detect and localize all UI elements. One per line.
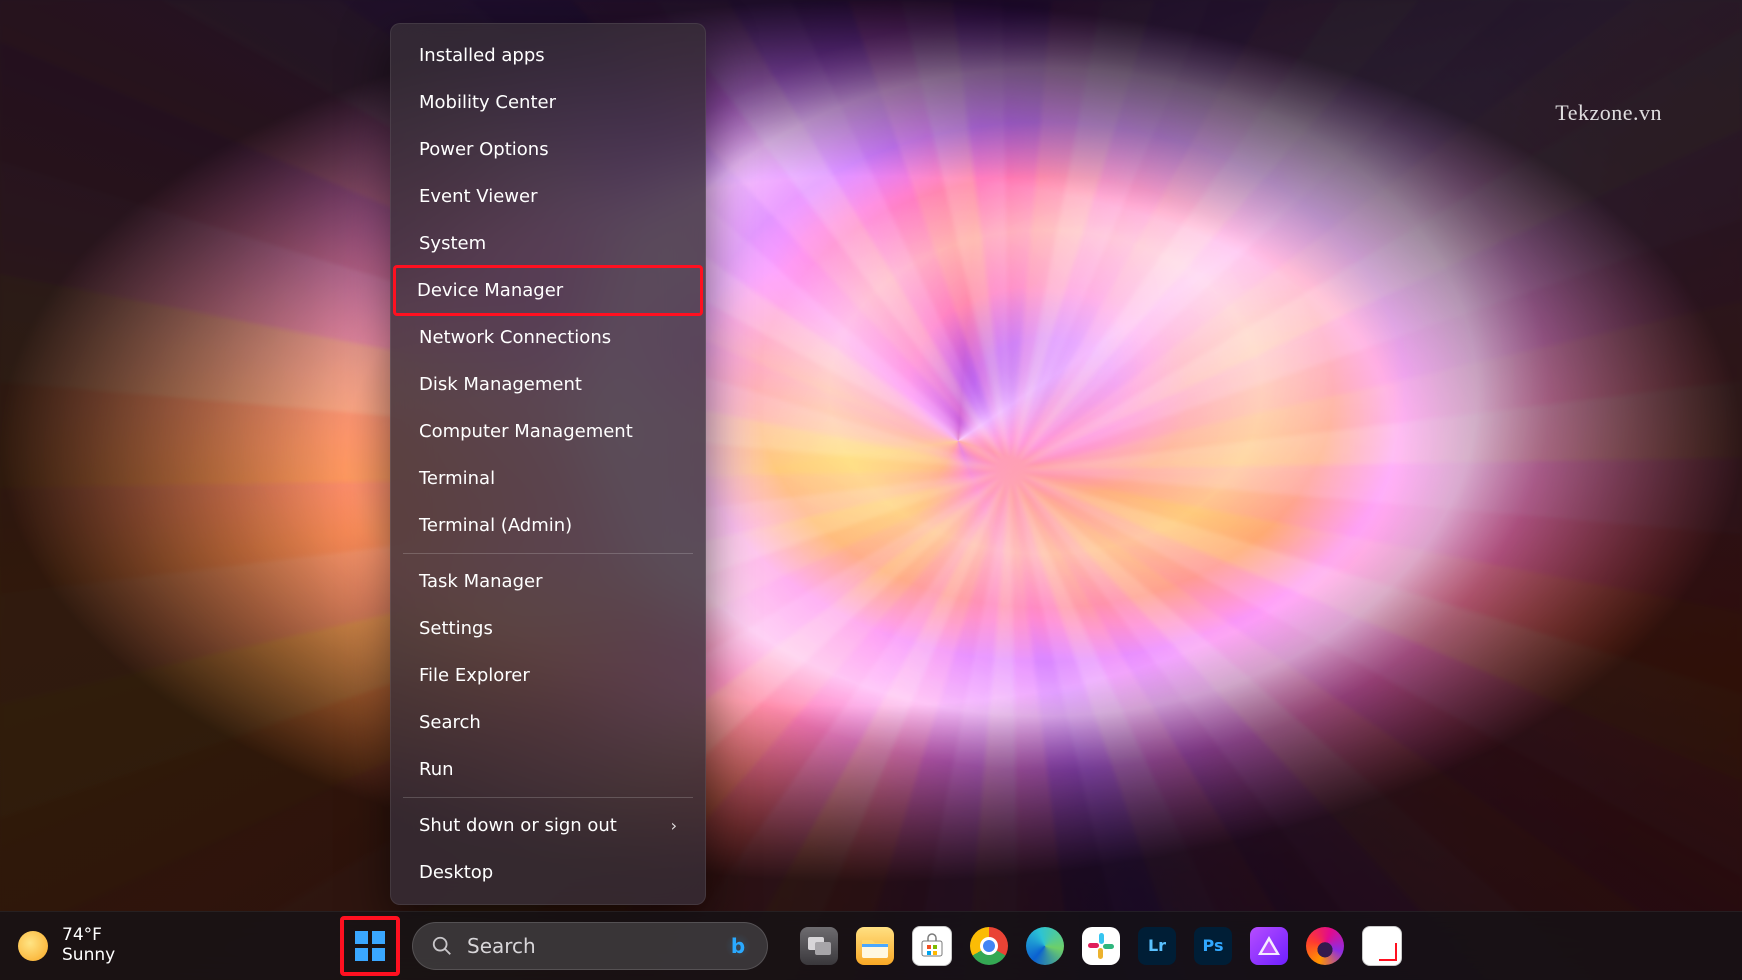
- winx-terminal-admin[interactable]: Terminal (Admin): [397, 502, 699, 549]
- winx-context-menu: Installed apps Mobility Center Power Optio…: [390, 23, 706, 905]
- winx-device-manager[interactable]: Device Manager: [395, 267, 701, 314]
- winx-terminal[interactable]: Terminal: [397, 455, 699, 502]
- winx-item-label: Terminal: [419, 468, 495, 489]
- winx-task-manager[interactable]: Task Manager: [397, 558, 699, 605]
- winx-mobility-center[interactable]: Mobility Center: [397, 79, 699, 126]
- taskbar: 74°F Sunny Search b Lr Ps: [0, 911, 1742, 980]
- menu-separator: [403, 553, 693, 554]
- winx-item-label: Run: [419, 759, 454, 780]
- winx-item-label: Disk Management: [419, 374, 582, 395]
- winx-disk-management[interactable]: Disk Management: [397, 361, 699, 408]
- winx-installed-apps[interactable]: Installed apps: [397, 32, 699, 79]
- search-icon: [431, 935, 453, 957]
- firefox-button[interactable]: [1306, 927, 1344, 965]
- watermark-text: Tekzone.vn: [1555, 100, 1662, 126]
- chrome-button[interactable]: [970, 927, 1008, 965]
- winx-item-label: System: [419, 233, 486, 254]
- file-explorer-button[interactable]: [856, 927, 894, 965]
- start-button-highlight: [340, 916, 400, 976]
- desktop-wallpaper: [0, 0, 1742, 980]
- winx-item-label: Mobility Center: [419, 92, 556, 113]
- photoshop-button[interactable]: Ps: [1194, 927, 1232, 965]
- winx-power-options[interactable]: Power Options: [397, 126, 699, 173]
- winx-item-label: Search: [419, 712, 481, 733]
- winx-computer-management[interactable]: Computer Management: [397, 408, 699, 455]
- search-placeholder: Search: [467, 934, 536, 958]
- winx-item-label: Power Options: [419, 139, 549, 160]
- winx-shutdown-signout[interactable]: Shut down or sign out ›: [397, 802, 699, 849]
- winx-item-label: Network Connections: [419, 327, 611, 348]
- taskbar-search[interactable]: Search b: [412, 922, 768, 970]
- slack-button[interactable]: [1082, 927, 1120, 965]
- affinity-button[interactable]: [1250, 927, 1288, 965]
- winx-file-explorer[interactable]: File Explorer: [397, 652, 699, 699]
- winx-item-label: File Explorer: [419, 665, 530, 686]
- winx-system[interactable]: System: [397, 220, 699, 267]
- winx-item-label: Installed apps: [419, 45, 545, 66]
- winx-network-connections[interactable]: Network Connections: [397, 314, 699, 361]
- weather-condition: Sunny: [62, 946, 115, 966]
- chevron-right-icon: ›: [671, 816, 677, 835]
- lightroom-button[interactable]: Lr: [1138, 927, 1176, 965]
- ms-store-button[interactable]: [912, 926, 952, 966]
- winx-desktop[interactable]: Desktop: [397, 849, 699, 896]
- winx-settings[interactable]: Settings: [397, 605, 699, 652]
- snipping-tool-button[interactable]: [1362, 926, 1402, 966]
- winx-event-viewer[interactable]: Event Viewer: [397, 173, 699, 220]
- edge-button[interactable]: [1026, 927, 1064, 965]
- menu-separator: [403, 797, 693, 798]
- start-button[interactable]: [346, 922, 394, 970]
- winx-search[interactable]: Search: [397, 699, 699, 746]
- winx-item-label: Device Manager: [417, 280, 563, 301]
- windows-logo-icon: [355, 931, 385, 961]
- bing-icon: b: [725, 933, 751, 959]
- winx-run[interactable]: Run: [397, 746, 699, 793]
- winx-item-label: Computer Management: [419, 421, 633, 442]
- winx-item-label: Terminal (Admin): [419, 515, 572, 536]
- winx-item-label: Desktop: [419, 862, 493, 883]
- winx-item-label: Settings: [419, 618, 493, 639]
- weather-widget[interactable]: 74°F Sunny: [18, 926, 115, 965]
- winx-item-label: Event Viewer: [419, 186, 537, 207]
- task-view-button[interactable]: [800, 927, 838, 965]
- weather-sun-icon: [18, 931, 48, 961]
- weather-temp: 74°F: [62, 926, 115, 946]
- winx-item-label: Shut down or sign out: [419, 815, 617, 836]
- winx-item-label: Task Manager: [419, 571, 542, 592]
